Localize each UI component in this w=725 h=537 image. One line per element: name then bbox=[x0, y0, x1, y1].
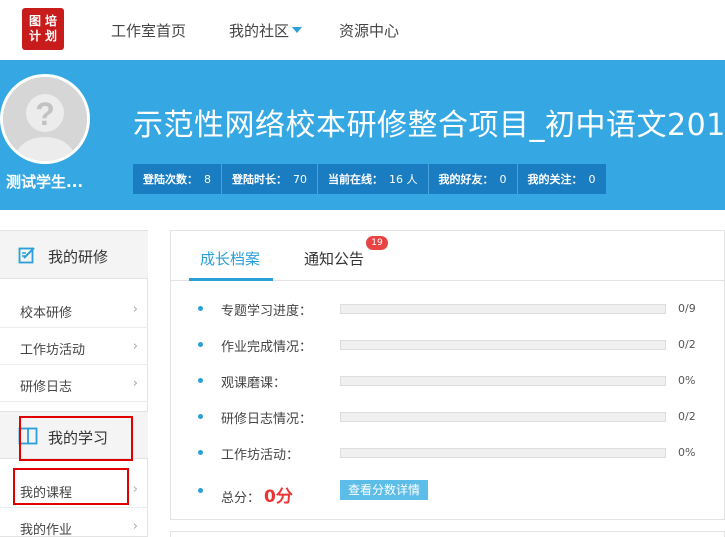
logo[interactable]: 图 培 计 划 bbox=[22, 8, 64, 50]
stat-key: 我的关注： bbox=[527, 173, 583, 186]
bullet bbox=[198, 306, 203, 311]
total-score-label: 总分： 0分 bbox=[221, 482, 293, 507]
chevron-right-icon: › bbox=[132, 376, 138, 391]
stat-following[interactable]: 我的关注： 0 bbox=[517, 164, 606, 194]
sidebar-item-school-research[interactable]: 校本研修 › bbox=[0, 291, 148, 328]
total-label-text: 总分： bbox=[221, 491, 261, 506]
edit-icon bbox=[18, 247, 35, 264]
logo-char: 计 bbox=[28, 29, 41, 43]
chevron-right-icon: › bbox=[132, 302, 138, 317]
progress-bar bbox=[340, 340, 666, 350]
stat-friends[interactable]: 我的好友： 0 bbox=[428, 164, 518, 194]
caret-down-icon bbox=[292, 26, 303, 33]
bullet bbox=[198, 414, 203, 419]
tab-growth-archive[interactable]: 成长档案 bbox=[200, 248, 260, 269]
progress-row: 作业完成情况： 0/2 bbox=[171, 336, 725, 356]
stat-key: 我的好友： bbox=[438, 173, 494, 186]
profile-banner: ? 测试学生... 示范性网络校本研修整合项目_初中语文2014 登陆次数： 8 … bbox=[0, 60, 725, 210]
secondary-card bbox=[170, 531, 725, 537]
nav-my-community[interactable]: 我的社区 bbox=[229, 20, 303, 41]
stats-bar: 登陆次数： 8 登陆时长： 70 当前在线： 16 人 我的好友： 0 我的关注： 0 bbox=[133, 164, 606, 194]
progress-row: 专题学习进度： 0/9 bbox=[171, 300, 725, 320]
svg-text:?: ? bbox=[35, 96, 55, 132]
chevron-right-icon: › bbox=[132, 482, 138, 497]
logo-char: 图 bbox=[28, 14, 41, 28]
total-score-row: 总分： 0分 查看分数详情 bbox=[171, 480, 725, 507]
stat-key: 登陆时长： bbox=[232, 173, 287, 186]
stat-key: 登陆次数： bbox=[143, 173, 198, 186]
highlight-box-study bbox=[19, 416, 133, 461]
progress-value: 0% bbox=[678, 446, 696, 459]
total-score-value: 0分 bbox=[264, 487, 293, 507]
stat-value: 0 bbox=[588, 172, 596, 186]
bullet bbox=[198, 488, 203, 493]
nav-studio-home[interactable]: 工作室首页 bbox=[111, 20, 186, 41]
notice-count-badge: 19 bbox=[366, 236, 388, 250]
progress-label: 研修日志情况： bbox=[221, 412, 313, 427]
sidebar-item-label: 我的作业 bbox=[20, 523, 73, 537]
progress-row: 研修日志情况： 0/2 bbox=[171, 408, 725, 428]
highlight-box-courses bbox=[13, 468, 129, 505]
project-title: 示范性网络校本研修整合项目_初中语文2014 bbox=[133, 108, 725, 143]
bullet bbox=[198, 450, 203, 455]
sidebar-header-research[interactable]: 我的研修 bbox=[0, 231, 148, 279]
stat-value: 70 bbox=[293, 172, 307, 186]
sidebar-item-my-homework[interactable]: 我的作业 › bbox=[0, 508, 148, 537]
sidebar-header-label: 我的研修 bbox=[48, 248, 109, 266]
sidebar-item-label: 校本研修 bbox=[20, 306, 73, 321]
sidebar-item-workshop[interactable]: 工作坊活动 › bbox=[0, 328, 148, 365]
progress-value: 0/2 bbox=[678, 338, 696, 351]
logo-char: 培 bbox=[44, 14, 57, 28]
bullet bbox=[198, 378, 203, 383]
sidebar-item-label: 研修日志 bbox=[20, 380, 73, 395]
stat-value: 16 人 bbox=[389, 173, 418, 186]
stat-login-count: 登陆次数： 8 bbox=[133, 164, 222, 194]
top-nav: 图 培 计 划 工作室首页 我的社区 资源中心 bbox=[0, 0, 725, 60]
progress-value: 0/2 bbox=[678, 410, 696, 423]
nav-resource-center[interactable]: 资源中心 bbox=[339, 20, 399, 41]
stat-login-duration: 登陆时长： 70 bbox=[222, 164, 318, 194]
avatar[interactable]: ? bbox=[0, 74, 90, 164]
progress-bar bbox=[340, 412, 666, 422]
tab-notice[interactable]: 通知公告 bbox=[304, 248, 364, 269]
sidebar-item-label: 工作坊活动 bbox=[20, 343, 86, 358]
chevron-right-icon: › bbox=[132, 519, 138, 534]
user-avatar-icon: ? bbox=[3, 77, 87, 161]
progress-value: 0/9 bbox=[678, 302, 696, 315]
progress-row: 工作坊活动： 0% bbox=[171, 444, 725, 464]
nav-my-community-label: 我的社区 bbox=[229, 22, 290, 40]
stat-value: 8 bbox=[204, 172, 211, 186]
logo-char: 划 bbox=[44, 29, 57, 43]
progress-value: 0% bbox=[678, 374, 696, 387]
progress-bar bbox=[340, 448, 666, 458]
stat-key: 当前在线： bbox=[328, 173, 383, 186]
sidebar-item-research-log[interactable]: 研修日志 › bbox=[0, 365, 148, 402]
active-tab-indicator bbox=[189, 278, 273, 281]
progress-row: 观课磨课： 0% bbox=[171, 372, 725, 392]
progress-label: 专题学习进度： bbox=[221, 304, 313, 319]
chevron-right-icon: › bbox=[132, 339, 138, 354]
growth-card: 成长档案 通知公告 19 专题学习进度： 0/9 作业完成情况： 0/2 观课磨… bbox=[170, 230, 725, 520]
view-score-details-button[interactable]: 查看分数详情 bbox=[340, 480, 428, 500]
progress-bar bbox=[340, 304, 666, 314]
progress-label: 作业完成情况： bbox=[221, 340, 313, 355]
progress-bar bbox=[340, 376, 666, 386]
progress-label: 工作坊活动： bbox=[221, 448, 300, 463]
tab-bar: 成长档案 通知公告 19 bbox=[171, 231, 725, 281]
stat-value: 0 bbox=[499, 172, 507, 186]
stat-online-now: 当前在线： 16 人 bbox=[318, 164, 429, 194]
username: 测试学生... bbox=[6, 173, 84, 191]
progress-label: 观课磨课： bbox=[221, 376, 287, 391]
bullet bbox=[198, 342, 203, 347]
